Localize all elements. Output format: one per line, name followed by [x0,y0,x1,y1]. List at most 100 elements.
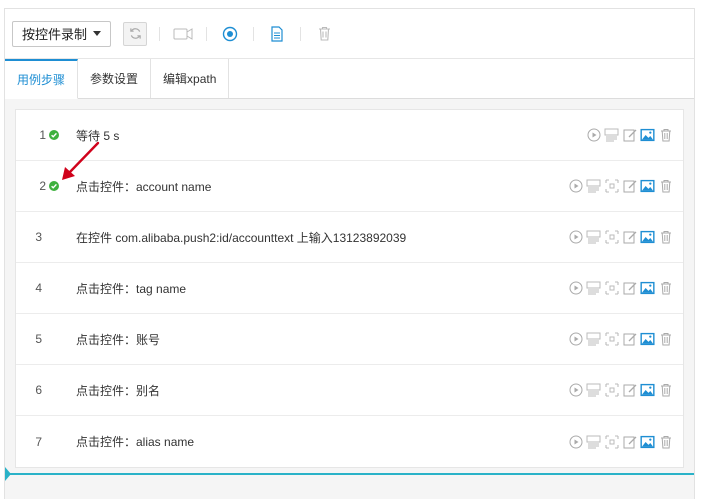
step-row[interactable]: 1 等待 5 s [16,110,683,161]
play-button[interactable] [568,281,583,296]
capture-button[interactable] [586,332,601,347]
document-button[interactable] [266,23,288,45]
edit-button[interactable] [622,281,637,296]
play-button[interactable] [586,128,601,143]
screenshot-icon [586,179,601,193]
capture-button[interactable] [586,281,601,296]
record-label: 按控件录制 [22,27,88,42]
image-icon [640,281,655,295]
screenshot-icon [586,332,601,346]
step-actions [586,128,673,143]
capture-button[interactable] [586,179,601,194]
toolbar-divider [206,26,208,41]
image-icon [640,435,655,448]
delete-step-button[interactable] [658,281,673,296]
locate-icon [604,230,619,244]
passed-check-icon [49,181,59,191]
play-icon [569,383,582,397]
stop-record-icon [222,26,238,41]
edit-button[interactable] [622,434,637,449]
edit-button[interactable] [622,179,637,194]
capture-button[interactable] [586,434,601,449]
play-button[interactable] [568,230,583,245]
delete-step-button[interactable] [658,179,673,194]
locate-button[interactable] [604,281,619,296]
tab-params[interactable]: 参数设置 [78,59,152,98]
step-number: 6 [35,383,42,397]
locate-button[interactable] [604,179,619,194]
edit-button[interactable] [622,230,637,245]
video-button[interactable] [172,23,194,45]
refresh-icon [129,28,141,39]
delete-step-button[interactable] [658,128,673,143]
steps-area: 1 等待 5 s 2 点击控件：account name 3 在控件 com.a… [5,99,694,499]
play-button[interactable] [568,434,583,449]
image-button[interactable] [640,434,655,449]
locate-button[interactable] [604,230,619,245]
step-row[interactable]: 5 点击控件：账号 [16,314,683,365]
step-row[interactable]: 6 点击控件：别名 [16,365,683,416]
screenshot-icon [604,128,619,142]
capture-button[interactable] [586,230,601,245]
edit-icon [623,333,636,346]
edit-button[interactable] [622,332,637,347]
play-button[interactable] [568,179,583,194]
chevron-down-icon [93,31,102,36]
play-icon [569,230,582,244]
delete-button[interactable] [313,23,335,45]
tab-edit-xpath[interactable]: 编辑xpath [151,59,230,98]
play-button[interactable] [568,332,583,347]
tab-label: 编辑xpath [163,72,217,86]
capture-button[interactable] [586,383,601,398]
image-button[interactable] [640,332,655,347]
video-icon [173,27,193,40]
image-button[interactable] [640,230,655,245]
image-button[interactable] [640,179,655,194]
locate-button[interactable] [604,332,619,347]
step-number: 2 [39,179,46,193]
locate-button[interactable] [604,434,619,449]
delete-step-button[interactable] [658,230,673,245]
toolbar: 按控件录制 [5,9,694,59]
tab-case-steps[interactable]: 用例步骤 [5,59,79,99]
step-list: 1 等待 5 s 2 点击控件：account name 3 在控件 com.a… [15,109,684,468]
play-button[interactable] [568,383,583,398]
trash-icon [660,231,671,244]
screenshot-icon [586,230,601,244]
locate-button[interactable] [604,383,619,398]
step-description: 在控件 com.alibaba.push2:id/accounttext 上输入… [76,230,407,245]
refresh-button[interactable] [123,21,148,46]
stop-record-button[interactable] [219,23,241,45]
delete-step-button[interactable] [658,434,673,449]
step-row[interactable]: 4 点击控件：tag name [16,263,683,314]
step-description: 点击控件：别名 [76,383,161,398]
image-button[interactable] [640,128,655,143]
step-row[interactable]: 2 点击控件：account name [16,161,683,212]
step-number: 3 [35,230,42,244]
image-button[interactable] [640,281,655,296]
tab-label: 用例步骤 [17,73,66,87]
capture-button[interactable] [604,128,619,143]
delete-step-button[interactable] [658,383,673,398]
delete-step-button[interactable] [658,332,673,347]
locate-icon [604,383,619,397]
edit-button[interactable] [622,383,637,398]
locate-icon [604,179,619,193]
locate-icon [604,281,619,295]
passed-check-icon [49,130,59,140]
edit-icon [623,384,636,397]
trash-icon [660,333,671,346]
image-icon [640,383,655,397]
step-row[interactable]: 3 在控件 com.alibaba.push2:id/accounttext 上… [16,212,683,263]
edit-button[interactable] [622,128,637,143]
editor-panel: 按控件录制 用例步骤 参数设置 编辑xpath 1 等待 5 s 2 点击控件：… [4,8,695,499]
step-number: 4 [35,281,42,295]
image-button[interactable] [640,383,655,398]
step-description: 点击控件：账号 [76,332,161,347]
record-by-control-dropdown[interactable]: 按控件录制 [12,20,112,47]
step-row[interactable]: 7 点击控件：alias name [16,416,683,467]
play-icon [569,332,582,346]
step-description: 点击控件：alias name [76,435,195,449]
edit-icon [623,129,636,142]
play-icon [569,281,582,295]
